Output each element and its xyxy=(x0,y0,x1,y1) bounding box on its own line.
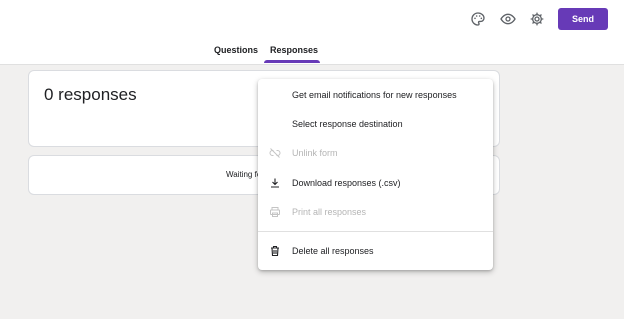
menu-item-label: Download responses (.csv) xyxy=(292,177,401,188)
send-button[interactable]: Send xyxy=(558,8,608,30)
tab-responses[interactable]: Responses xyxy=(270,45,318,55)
top-bar: Send Questions Responses xyxy=(0,0,624,65)
gear-icon[interactable] xyxy=(526,8,548,30)
menu-item-select-destination[interactable]: Select response destination xyxy=(258,109,493,138)
menu-item-print-all: Print all responses xyxy=(258,197,493,226)
menu-item-label: Delete all responses xyxy=(292,245,374,256)
menu-item-unlink-form: Unlink form xyxy=(258,138,493,167)
menu-item-label: Unlink form xyxy=(292,147,338,158)
waiting-text: Waiting fo xyxy=(226,170,262,179)
palette-icon[interactable] xyxy=(467,8,489,30)
menu-item-label: Select response destination xyxy=(292,118,403,129)
eye-icon[interactable] xyxy=(497,8,519,30)
unlink-icon xyxy=(258,147,292,159)
tab-questions[interactable]: Questions xyxy=(214,45,258,55)
active-tab-indicator xyxy=(264,60,320,63)
responses-more-menu: Get email notifications for new response… xyxy=(258,79,493,270)
responses-count: 0 responses xyxy=(44,85,137,104)
menu-divider xyxy=(258,231,493,232)
menu-item-delete-all[interactable]: Delete all responses xyxy=(258,236,493,265)
trash-icon xyxy=(258,245,292,257)
menu-item-label: Print all responses xyxy=(292,206,367,217)
menu-item-download-csv[interactable]: Download responses (.csv) xyxy=(258,168,493,197)
print-icon xyxy=(258,206,292,218)
download-icon xyxy=(258,177,292,189)
menu-item-email-notifications[interactable]: Get email notifications for new response… xyxy=(258,80,493,109)
menu-item-label: Get email notifications for new response… xyxy=(292,89,457,100)
